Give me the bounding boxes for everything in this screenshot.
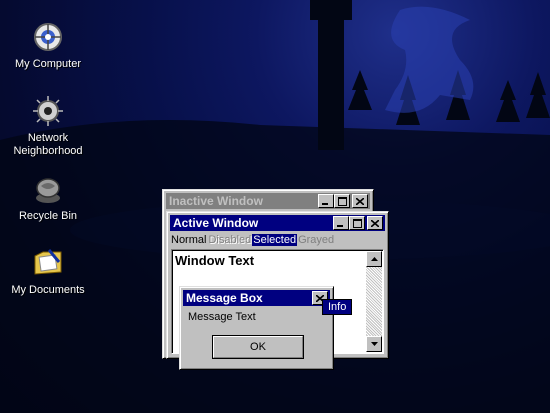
info-tooltip: Info xyxy=(322,299,353,315)
window-text: Window Text xyxy=(175,253,255,268)
desktop-icon-my-documents[interactable]: My Documents xyxy=(3,246,93,297)
menu-item-grayed: Grayed xyxy=(298,234,335,246)
close-button[interactable] xyxy=(352,194,368,208)
menu-item-disabled: Disabled xyxy=(208,234,252,246)
maximize-button[interactable] xyxy=(349,216,365,230)
inactive-window-titlebar[interactable]: Inactive Window xyxy=(166,193,370,209)
inactive-window-title: Inactive Window xyxy=(169,194,263,208)
minimize-icon xyxy=(322,202,328,205)
message-text: Message Text xyxy=(188,311,256,323)
active-window-title: Active Window xyxy=(173,216,259,230)
maximize-icon xyxy=(352,218,362,228)
close-icon xyxy=(371,219,379,227)
maximize-button[interactable] xyxy=(334,194,350,208)
scroll-down-button[interactable] xyxy=(366,336,382,352)
desktop-icon-label: Network Neighborhood xyxy=(13,132,83,157)
menu-item-selected[interactable]: Selected xyxy=(252,234,298,246)
minimize-icon xyxy=(337,224,343,227)
message-box[interactable]: Message Box Message Text OK xyxy=(179,286,334,370)
arrow-down-icon xyxy=(370,342,378,346)
minimize-button[interactable] xyxy=(333,216,349,230)
minimize-button[interactable] xyxy=(318,194,334,208)
desktop-icon-network-neighborhood[interactable]: Network Neighborhood xyxy=(3,94,93,158)
scroll-up-button[interactable] xyxy=(366,251,382,267)
vertical-scrollbar[interactable] xyxy=(366,251,382,352)
menu-bar: Normal Disabled Selected Grayed xyxy=(170,232,385,248)
desktop-icon-recycle-bin[interactable]: Recycle Bin xyxy=(3,172,93,223)
menu-item-normal[interactable]: Normal xyxy=(170,234,207,246)
maximize-icon xyxy=(337,196,347,206)
active-window-titlebar[interactable]: Active Window xyxy=(170,215,385,231)
desktop-icon-label: My Computer xyxy=(14,58,82,70)
network-neighborhood-icon xyxy=(33,96,63,126)
message-box-title: Message Box xyxy=(186,291,263,305)
my-computer-icon xyxy=(34,23,62,51)
desktop-icon-label: Recycle Bin xyxy=(18,210,78,222)
recycle-bin-icon xyxy=(36,178,60,203)
desktop-icon-my-computer[interactable]: My Computer xyxy=(3,20,93,71)
ok-button[interactable]: OK xyxy=(212,335,304,359)
close-button[interactable] xyxy=(367,216,383,230)
ok-button-label: OK xyxy=(250,341,266,353)
arrow-up-icon xyxy=(370,257,378,261)
close-icon xyxy=(356,197,364,205)
message-box-titlebar[interactable]: Message Box xyxy=(183,290,330,306)
desktop-icon-label: My Documents xyxy=(11,284,85,296)
my-documents-icon xyxy=(34,249,62,275)
